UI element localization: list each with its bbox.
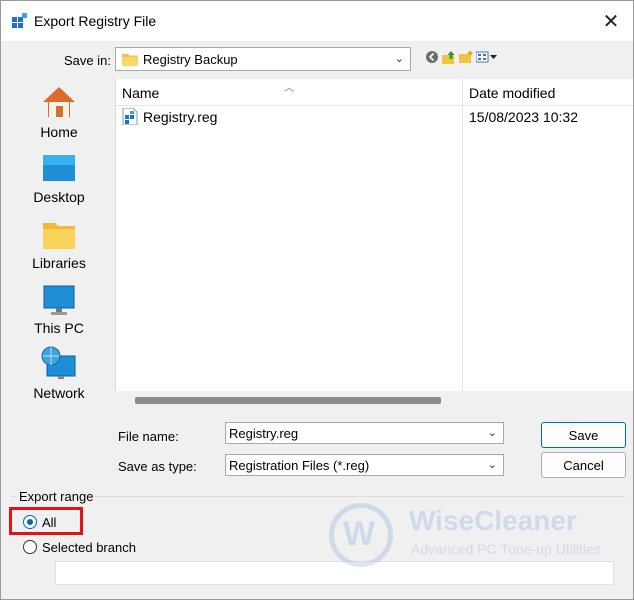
- this-pc-icon: [43, 285, 75, 315]
- network-icon: [41, 346, 76, 379]
- radio-label: Selected branch: [42, 539, 136, 555]
- dialog-title: Export Registry File: [34, 13, 157, 29]
- column-header-name[interactable]: Name: [122, 85, 159, 101]
- place-label: This PC: [34, 320, 84, 336]
- radio-selected-branch[interactable]: Selected branch: [23, 538, 136, 556]
- close-icon: ✕: [602, 10, 620, 33]
- title-bar: Export Registry File ✕: [1, 1, 633, 41]
- view-menu-icon[interactable]: [476, 50, 498, 64]
- place-this-pc[interactable]: This PC: [11, 282, 107, 342]
- save-in-dropdown[interactable]: Registry Backup ⌄: [115, 47, 411, 71]
- file-name-input[interactable]: [226, 423, 479, 443]
- folder-icon: [122, 54, 138, 66]
- chevron-down-icon[interactable]: ⌄: [488, 426, 497, 439]
- highlight-box: [9, 507, 83, 535]
- file-name-label: File name:: [118, 429, 179, 444]
- desktop-icon: [43, 155, 75, 181]
- export-range-title: Export range: [17, 489, 96, 504]
- close-button[interactable]: ✕: [589, 1, 633, 41]
- column-header-date-modified[interactable]: Date modified: [469, 85, 555, 101]
- radio-button-unchecked[interactable]: [23, 540, 37, 554]
- column-header-row: ︿ Name Date modified: [116, 79, 633, 106]
- place-label: Desktop: [33, 189, 85, 205]
- reg-file-icon: [122, 108, 138, 125]
- back-icon[interactable]: [425, 50, 439, 64]
- save-as-type-value: Registration Files (*.reg): [229, 458, 370, 473]
- place-network[interactable]: Network: [11, 346, 107, 406]
- file-name-combo[interactable]: ⌄: [225, 422, 504, 444]
- up-folder-icon[interactable]: [442, 50, 456, 64]
- save-in-value: Registry Backup: [143, 52, 238, 67]
- chevron-down-icon: ⌄: [394, 53, 404, 65]
- table-row[interactable]: Registry.reg 15/08/2023 10:32: [116, 106, 633, 128]
- nav-toolbar: [425, 48, 498, 66]
- watermark-title: WiseCleaner: [409, 505, 577, 536]
- new-folder-icon[interactable]: [459, 50, 473, 64]
- file-list[interactable]: ︿ Name Date modified Registry.reg 15/08/…: [115, 79, 633, 391]
- export-registry-dialog: Export Registry File ✕ Save in: Registry…: [0, 0, 634, 600]
- save-as-type-dropdown[interactable]: Registration Files (*.reg) ⌄: [225, 454, 504, 476]
- place-label: Network: [33, 385, 85, 401]
- sort-ascending-icon: ︿: [284, 83, 294, 94]
- place-home[interactable]: Home: [11, 84, 107, 144]
- cancel-button[interactable]: Cancel: [541, 452, 626, 478]
- chevron-down-icon: ⌄: [487, 459, 497, 471]
- place-label: Home: [40, 124, 78, 140]
- registry-editor-icon: [12, 13, 27, 28]
- places-bar: Home Desktop Libraries This PC Network: [11, 78, 107, 473]
- file-date-cell: 15/08/2023 10:32: [469, 109, 578, 125]
- place-desktop[interactable]: Desktop: [11, 151, 107, 211]
- libraries-icon: [43, 223, 75, 249]
- watermark: W WiseCleaner Advanced PC Tune-up Utilit…: [329, 501, 629, 571]
- save-in-label: Save in:: [64, 53, 111, 68]
- horizontal-scrollbar[interactable]: [115, 392, 633, 409]
- save-button[interactable]: Save: [541, 422, 626, 448]
- watermark-subtitle: Advanced PC Tune-up Utilities: [411, 541, 601, 557]
- place-libraries[interactable]: Libraries: [11, 217, 107, 277]
- home-icon: [43, 87, 75, 117]
- watermark-letter: W: [343, 515, 376, 553]
- save-as-type-label: Save as type:: [118, 459, 197, 474]
- group-divider: [11, 496, 626, 497]
- place-label: Libraries: [32, 255, 86, 271]
- scrollbar-thumb[interactable]: [135, 397, 441, 404]
- file-name-cell: Registry.reg: [143, 109, 218, 125]
